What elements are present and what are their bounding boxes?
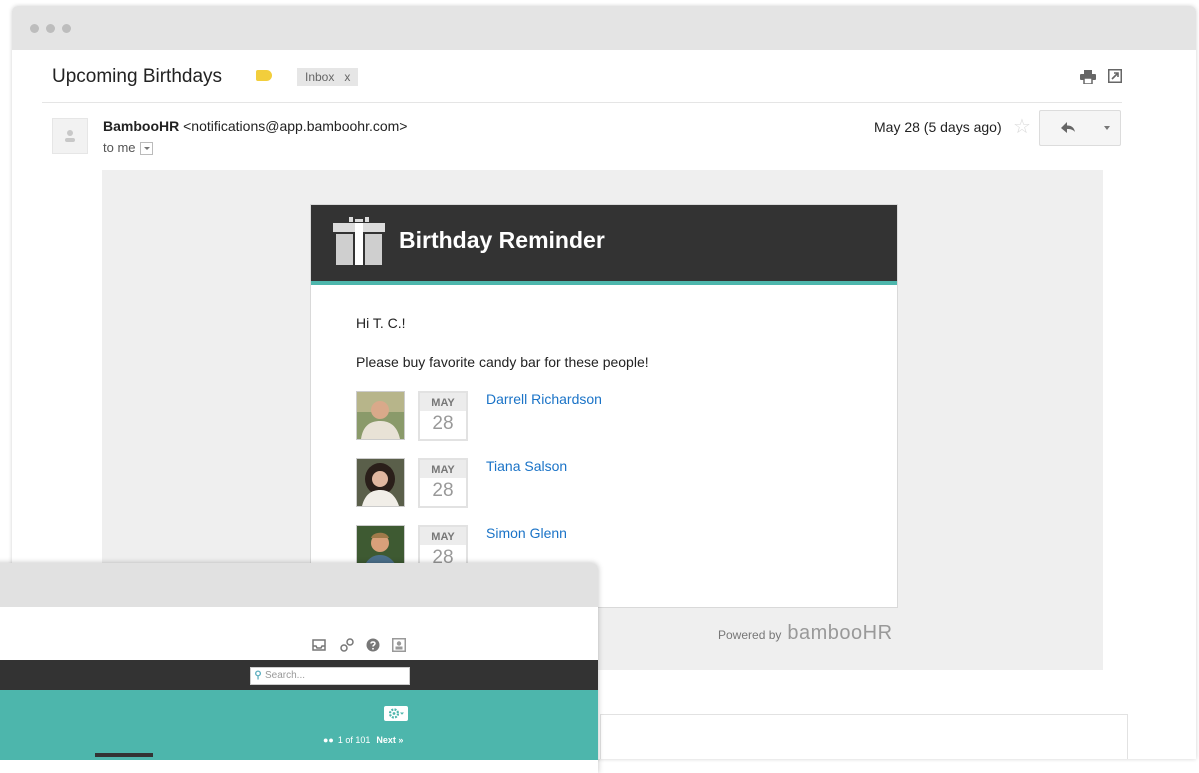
search-input[interactable]: ⚲ Search...	[250, 667, 410, 685]
gift-icon	[333, 217, 385, 265]
sender-line: BambooHR <notifications@app.bamboohr.com…	[103, 118, 407, 134]
person-name-link[interactable]: Simon Glenn	[486, 525, 567, 541]
window-titlebar	[12, 6, 1196, 50]
person-photo	[357, 459, 404, 506]
badge-day: 28	[432, 413, 454, 434]
window-dot-minimize[interactable]	[46, 24, 55, 33]
badge-month: MAY	[420, 527, 466, 545]
star-icon[interactable]: ☆	[1013, 114, 1031, 139]
person-icon	[65, 130, 75, 142]
remove-label-button[interactable]: x	[344, 70, 350, 84]
powered-by-footer: Powered by bambooHR	[718, 622, 893, 645]
list-item: MAY 28 Darrell Richardson	[356, 391, 856, 441]
email-subject: Upcoming Birthdays	[52, 66, 223, 87]
people-icon: ●●	[323, 735, 334, 745]
inbox-label-chip[interactable]: Inbox x	[297, 68, 359, 86]
tab-indicator[interactable]	[95, 753, 153, 757]
birthday-date-badge: MAY 28	[418, 458, 468, 508]
person-name-link[interactable]: Darrell Richardson	[486, 391, 602, 407]
search-placeholder: Search...	[265, 670, 306, 681]
window-dot-zoom[interactable]	[62, 24, 71, 33]
pager-count: 1 of 101	[337, 735, 371, 745]
person-name-link[interactable]: Tiana Salson	[486, 458, 567, 474]
avatar	[356, 391, 405, 440]
help-icon[interactable]	[366, 638, 380, 652]
badge-day: 28	[432, 480, 454, 501]
new-window-icon[interactable]	[1108, 69, 1122, 83]
powered-by-text: Powered by	[718, 628, 782, 642]
inbox-label-text: Inbox	[305, 70, 335, 84]
message-text: Please buy favorite candy bar for these …	[356, 354, 649, 370]
badge-month: MAY	[420, 393, 466, 411]
bamboohr-logo[interactable]: bambooHR	[787, 622, 892, 644]
recipient-line: to me	[103, 140, 153, 156]
reply-arrow-icon	[1061, 122, 1075, 133]
list-item: MAY 28 Tiana Salson	[356, 458, 856, 508]
settings-button[interactable]	[384, 706, 408, 721]
pager: ●● 1 of 101 Next »	[323, 735, 403, 745]
birthday-reminder-card: Birthday Reminder Hi T. C.! Please buy f…	[310, 204, 898, 608]
reply-button[interactable]	[1039, 110, 1095, 146]
greeting-text: Hi T. C.!	[356, 315, 406, 331]
person-photo	[357, 392, 404, 439]
sender-name[interactable]: BambooHR	[103, 118, 179, 134]
header-divider	[42, 102, 1122, 103]
avatar	[356, 458, 405, 507]
more-options-button[interactable]	[1094, 110, 1121, 146]
app-window: ⚲ Search... ●● 1 of 101 Next »	[0, 563, 598, 773]
app-titlebar	[0, 563, 598, 607]
recipient-text: to me	[103, 140, 136, 155]
email-date: May 28 (5 days ago)	[874, 119, 1002, 135]
inbox-icon[interactable]	[312, 638, 326, 652]
app-header	[0, 690, 598, 760]
show-details-dropdown[interactable]	[139, 142, 153, 156]
card-accent-bar	[311, 281, 897, 285]
badge-month: MAY	[420, 460, 466, 478]
card-title: Birthday Reminder	[399, 227, 605, 253]
gear-icon	[388, 708, 404, 719]
profile-icon[interactable]	[392, 638, 406, 652]
sender-email: <notifications@app.bamboohr.com>	[183, 118, 408, 134]
next-button[interactable]: Next »	[376, 735, 403, 745]
card-header: Birthday Reminder	[311, 205, 897, 281]
important-label-icon[interactable]	[256, 70, 272, 81]
reply-box[interactable]	[600, 714, 1128, 759]
search-icon: ⚲	[254, 670, 262, 681]
link-icon[interactable]	[340, 638, 354, 652]
print-icon[interactable]	[1080, 70, 1096, 84]
birthday-date-badge: MAY 28	[418, 391, 468, 441]
window-dot-close[interactable]	[30, 24, 39, 33]
sender-avatar	[52, 118, 88, 154]
